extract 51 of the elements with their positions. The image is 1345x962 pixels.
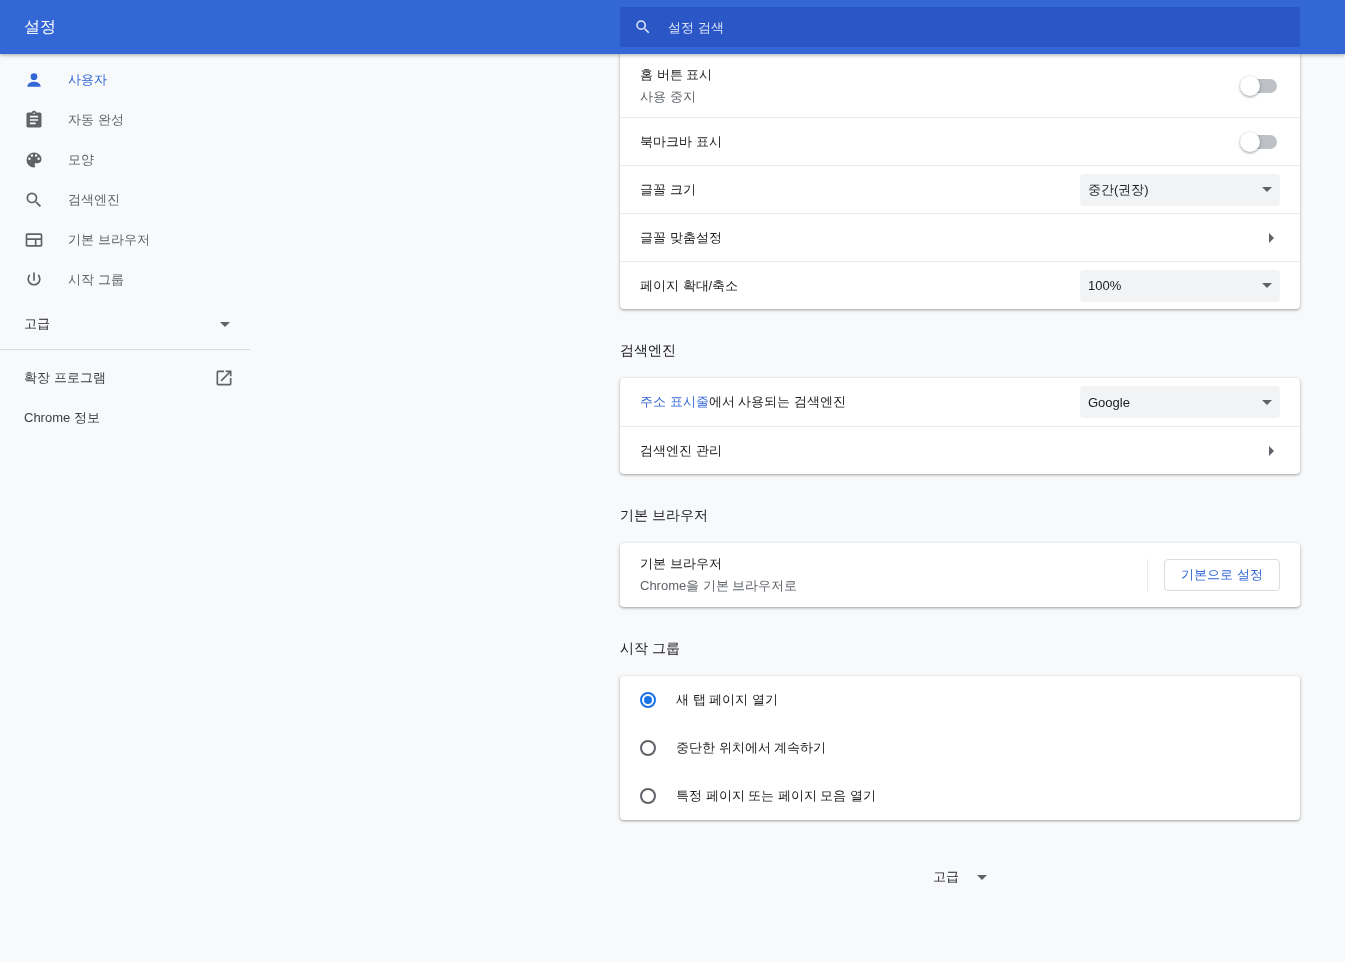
browser-icon <box>24 230 44 250</box>
link[interactable]: 주소 표시줄 <box>640 394 709 409</box>
radio-button[interactable] <box>640 692 656 708</box>
row-label: 페이지 확대/축소 <box>640 276 740 295</box>
row-label: 북마크바 표시 <box>640 132 723 151</box>
sidebar-item[interactable]: 자동 완성 <box>0 100 250 140</box>
dropdown[interactable]: Google <box>1080 386 1280 418</box>
arrow-right-icon[interactable] <box>1269 445 1274 456</box>
sidebar-item[interactable]: 사용자 <box>0 60 250 100</box>
external-link-icon <box>214 368 234 388</box>
radio-button[interactable] <box>640 740 656 756</box>
dropdown[interactable]: 100% <box>1080 269 1280 302</box>
row-label: 홈 버튼 표시 <box>640 65 714 84</box>
sidebar-item[interactable]: 시작 그룹 <box>0 260 250 300</box>
row-label: 글꼴 크기 <box>640 180 697 199</box>
sidebar-item[interactable]: 기본 브라우저 <box>0 220 250 260</box>
clipboard-icon <box>24 110 44 130</box>
row-description: 사용 중지 <box>640 87 697 106</box>
arrow-right-icon[interactable] <box>1269 232 1274 243</box>
page-title: 설정 <box>24 17 56 35</box>
section-title: 시작 그룹 <box>620 640 680 656</box>
toggle-switch[interactable] <box>1243 134 1277 149</box>
section-title: 검색엔진 <box>620 342 676 358</box>
sidebar-link[interactable]: Chrome 정보 <box>0 398 250 438</box>
search-icon <box>634 18 652 36</box>
radio-label: 중단한 위치에서 계속하기 <box>676 739 827 757</box>
palette-icon <box>24 150 44 170</box>
caret-icon <box>1262 399 1272 405</box>
advanced-toggle[interactable]: 고급 <box>620 868 1300 886</box>
row-label: 검색엔진 관리 <box>640 441 723 460</box>
radio-button[interactable] <box>640 788 656 804</box>
sidebar-link[interactable]: 확장 프로그램 <box>0 358 250 398</box>
caret-icon <box>1262 283 1272 288</box>
advanced-toggle[interactable]: 고급 <box>0 300 250 348</box>
row-label: 글꼴 맞춤설정 <box>640 228 723 247</box>
search-field[interactable]: 설정 검색 <box>620 7 1300 47</box>
radio-label: 특정 페이지 또는 페이지 모음 열기 <box>676 787 877 805</box>
row-label: 주소 표시줄에서 사용되는 검색엔진 <box>640 393 847 411</box>
search-field[interactable]: 설정 검색 <box>666 18 1300 36</box>
dropdown[interactable]: 중간(권장) <box>1080 173 1280 206</box>
set-default-button[interactable]: 기본으로 설정 <box>1164 559 1280 591</box>
row-description: Chrome을 기본 브라우저로 <box>640 577 799 595</box>
radio-label: 새 탭 페이지 열기 <box>676 691 778 709</box>
search-icon <box>24 190 44 210</box>
person-icon <box>24 70 44 90</box>
section-title: 기본 브라우저 <box>620 507 708 523</box>
sidebar-item[interactable]: 모양 <box>0 140 250 180</box>
toggle-switch[interactable] <box>1243 78 1277 93</box>
caret-icon <box>1262 187 1272 192</box>
sidebar-item[interactable]: 검색엔진 <box>0 180 250 220</box>
row-label: 기본 브라우저 <box>640 555 723 573</box>
